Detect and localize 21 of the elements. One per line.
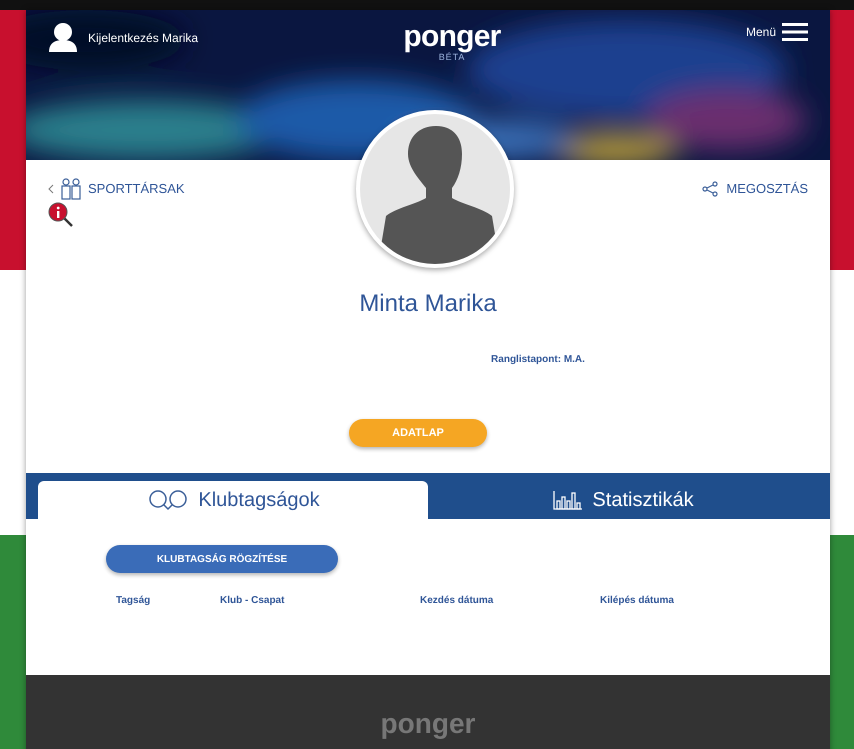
menu-button[interactable]: Menü [746, 22, 808, 42]
add-membership-button[interactable]: KLUBTAGSÁG RÖGZÍTÉSE [106, 545, 338, 573]
back-chevron-icon [48, 184, 54, 194]
tab[interactable]: Klubtagságok [38, 481, 428, 519]
info-search-icon[interactable] [48, 202, 74, 228]
people-icon [60, 178, 82, 200]
column-header: Klub - Csapat [220, 594, 286, 608]
bar-chart-icon [552, 489, 584, 511]
logo: ponger BÉTA [403, 22, 501, 62]
player-name: Minta Marika [359, 289, 497, 319]
share-icon [702, 181, 718, 197]
logout-link[interactable]: Kijelentkezés Marika [88, 29, 198, 47]
menu-icon [782, 22, 808, 42]
column-header: Tagság [116, 594, 152, 608]
user-icon [48, 22, 78, 54]
back-link[interactable]: SPORTTÁRSAK [48, 178, 185, 200]
column-header: Kezdés dátuma [420, 594, 494, 608]
share-link[interactable]: MEGOSZTÁS [702, 178, 808, 200]
column-header: Kilépés dátuma [600, 594, 675, 608]
footer-logo: ponger [380, 709, 476, 739]
ranking-points: Ranglistapont: M.A. [491, 353, 585, 367]
